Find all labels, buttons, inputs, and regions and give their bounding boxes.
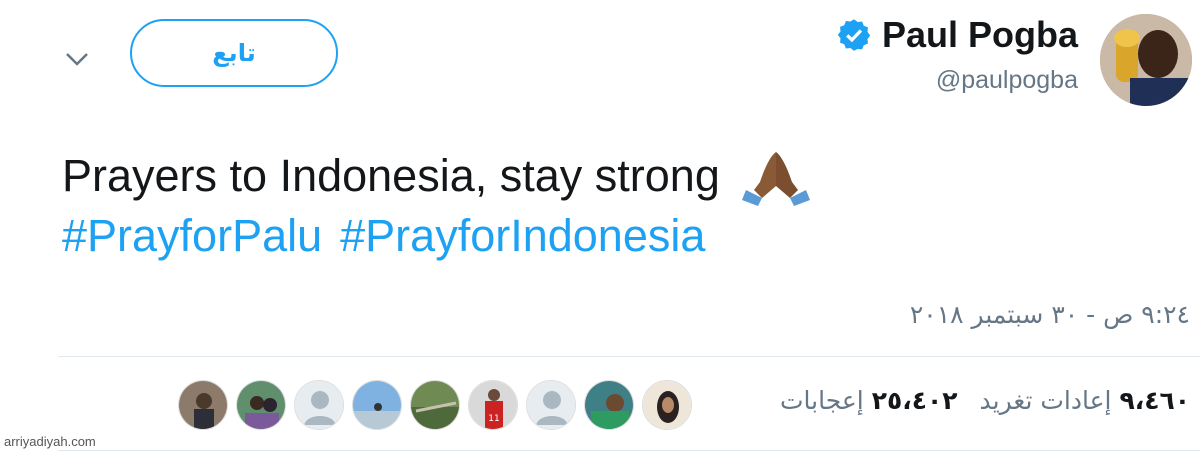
liker-avatar[interactable] (178, 380, 228, 430)
display-name[interactable]: Paul Pogba (882, 14, 1078, 56)
tweet-text: Prayers to Indonesia, stay strong (62, 150, 720, 201)
user-name-row: Paul Pogba (836, 14, 1078, 56)
follow-button[interactable]: تابع (130, 19, 338, 87)
retweets-label[interactable]: إعادات تغريد (980, 386, 1112, 415)
likes-label[interactable]: إعجابات (780, 386, 864, 415)
default-avatar[interactable] (526, 380, 576, 430)
retweets-count[interactable]: ٩،٤٦٠ (1119, 386, 1190, 415)
liker-avatar[interactable] (410, 380, 460, 430)
likes-count[interactable]: ٢٥،٤٠٢ (872, 386, 958, 415)
likers-avatars: 11 (178, 380, 692, 430)
user-handle[interactable]: @paulpogba (936, 66, 1078, 95)
liker-avatar[interactable] (236, 380, 286, 430)
liker-avatar[interactable] (642, 380, 692, 430)
tweet-stats: ٩،٤٦٠ إعادات تغريد ٢٥،٤٠٢ إعجابات (758, 386, 1190, 415)
verified-badge-icon (837, 19, 871, 51)
tweet-timestamp[interactable]: ٩:٢٤ ص - ٣٠ سبتمبر ٢٠١٨ (910, 300, 1190, 329)
tweet-body: Prayers to Indonesia, stay strong #Prayf… (62, 146, 1062, 266)
folded-hands-emoji-icon (741, 152, 810, 206)
svg-text:11: 11 (488, 414, 499, 424)
avatar-photo (1100, 14, 1192, 106)
liker-avatar[interactable] (584, 380, 634, 430)
avatar[interactable] (1100, 14, 1192, 106)
hashtag-link[interactable]: #PrayforPalu (62, 210, 322, 261)
divider (58, 450, 1200, 451)
chevron-down-icon[interactable] (62, 44, 92, 74)
liker-avatar[interactable]: 11 (468, 380, 518, 430)
watermark: arriyadiyah.com (4, 434, 96, 449)
default-avatar[interactable] (294, 380, 344, 430)
hashtag-link[interactable]: #PrayforIndonesia (340, 210, 705, 261)
liker-avatar[interactable] (352, 380, 402, 430)
divider (58, 356, 1200, 357)
